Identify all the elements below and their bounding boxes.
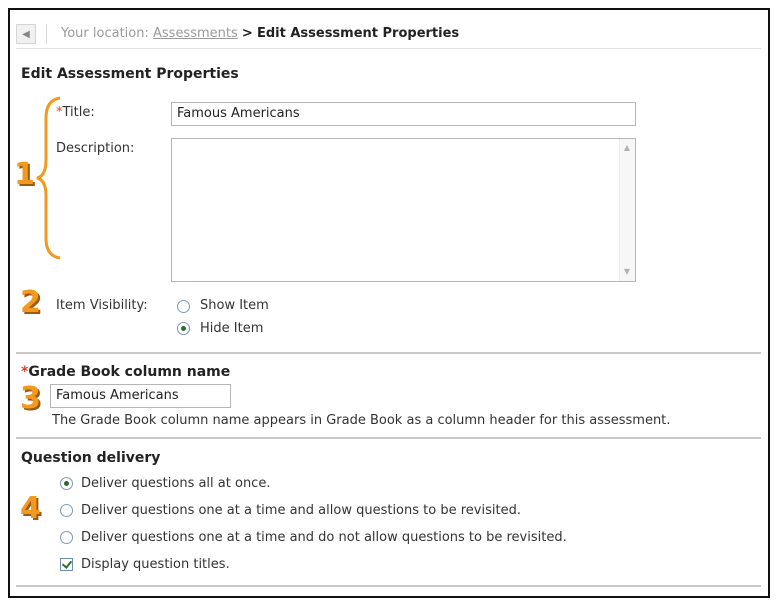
deliver-all-at-once-radio[interactable] [60,477,73,490]
display-question-titles-checkbox[interactable] [60,558,73,571]
question-delivery-heading: Question delivery [21,450,161,466]
breadcrumb-trail: Your location: Assessments > Edit Assess… [61,26,459,41]
hide-item-label: Hide Item [200,321,264,336]
description-scrollbar[interactable]: ▲ ▼ [619,139,635,281]
deliver-one-revisit-label: Deliver questions one at a time and allo… [81,503,521,518]
gradebook-heading: *Grade Book column name [21,364,230,380]
callout-brace-icon [36,96,61,260]
breadcrumb-prefix: Your location: [61,26,149,41]
callout-2-badge: 2 [20,285,41,320]
deliver-one-no-revisit-label: Deliver questions one at a time and do n… [81,530,567,545]
breadcrumb-divider [46,24,47,44]
description-textarea[interactable]: ▲ ▼ [171,138,636,282]
callout-3-badge: 3 [20,381,41,416]
title-label: *Title: [56,105,95,120]
title-label-text: Title: [62,105,95,120]
title-input[interactable]: Famous Americans [171,102,636,126]
item-visibility-label: Item Visibility: [56,298,148,313]
deliver-all-at-once-label: Deliver questions all at once. [81,476,271,491]
section-divider [16,352,761,354]
gradebook-help-text: The Grade Book column name appears in Gr… [52,413,671,428]
scroll-up-icon[interactable]: ▲ [622,143,632,153]
back-arrow-icon[interactable]: ◀ [16,24,36,44]
display-question-titles-label: Display question titles. [81,557,230,572]
description-label: Description: [56,141,135,156]
deliver-one-revisit-radio[interactable] [60,504,73,517]
section-divider [16,585,761,587]
breadcrumb: ◀ Your location: Assessments > Edit Asse… [16,22,761,49]
page-title: Edit Assessment Properties [21,66,239,82]
callout-4-badge: 4 [20,491,41,526]
show-item-label: Show Item [200,298,269,313]
breadcrumb-separator: > [241,26,253,41]
section-divider [16,437,761,439]
callout-1-badge: 1 [14,157,35,192]
scroll-down-icon[interactable]: ▼ [622,267,632,277]
show-item-radio[interactable] [177,300,190,313]
breadcrumb-link-assessments[interactable]: Assessments [153,26,238,41]
breadcrumb-current: Edit Assessment Properties [256,26,460,41]
hide-item-radio[interactable] [177,322,190,335]
deliver-one-no-revisit-radio[interactable] [60,531,73,544]
gradebook-column-input[interactable]: Famous Americans [50,384,231,408]
gradebook-heading-text: Grade Book column name [28,364,231,380]
